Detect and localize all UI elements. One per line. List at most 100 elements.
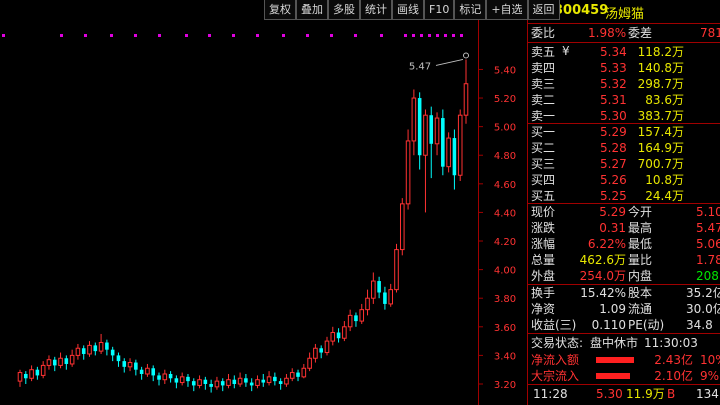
ask-volume: 298.7万 [637,77,684,91]
candle-body [365,297,370,311]
signal-dot [404,34,407,37]
flow-value: 2.10亿 [654,369,693,383]
candle [411,89,417,156]
candle [58,352,63,369]
bid-row[interactable]: 买三 5.27 700.7万 [528,156,720,172]
trade-status-time: 11:30:03 [644,336,698,350]
quote-value: 254.0万 [579,269,626,283]
candles [17,59,469,393]
candle-body [179,376,185,384]
signal-dot [412,34,415,37]
bid-price: 5.27 [600,157,627,171]
candle-body [244,378,248,383]
overlay-button[interactable]: 叠加 [296,0,328,20]
quote-label: 今开 [628,205,653,219]
candle-body [105,342,109,350]
signal-dot [354,34,357,37]
candle [365,289,370,316]
signal-dot [110,34,113,37]
quote-label: 涨幅 [531,237,556,251]
ask-volume: 83.6万 [645,93,684,107]
flow-row[interactable]: 净流入额 2.43亿 10% [528,352,720,368]
candle [110,346,115,362]
candle-body [162,373,168,381]
signal-dot [232,34,235,37]
candle-body [52,359,57,366]
candle-body [434,117,440,145]
multi-stock-button[interactable]: 多股 [328,0,360,20]
tick-volume: 11.9万 [626,387,665,401]
candle [347,309,353,332]
tick-time: 11:28 [533,387,568,401]
f10-button[interactable]: F10 [424,0,455,20]
candle-body [359,309,365,322]
quote-label: 内盘 [628,269,653,283]
high-price-label: 5.47 [409,61,431,72]
draw-line-button[interactable]: 画线 [392,0,424,20]
fundamental-value: 15.42% [580,286,626,300]
signal-dot [134,34,137,37]
candle [266,371,272,386]
ask-volume: 383.7万 [637,109,684,123]
statistics-button[interactable]: 统计 [360,0,392,20]
bid-volume: 700.7万 [637,157,684,171]
price-tick-label: 4.20 [494,237,516,248]
ask-row[interactable]: 卖四 5.33 140.8万 [528,60,720,76]
flow-row[interactable]: 大宗流入 2.10亿 9% [528,368,720,384]
candle [69,349,75,367]
divider [528,384,720,385]
bid-row[interactable]: 买五 5.25 24.4万 [528,188,720,204]
quote-label: 最高 [628,221,653,235]
quote-row: 涨跌 0.31最高 5.47 [528,220,720,236]
candlestick-chart[interactable]: 5.40 5.20 5.00 4.80 4.60 4.40 4.20 4.00 3.80 3.60… [0,0,527,405]
candle [35,366,40,380]
tick-row[interactable]: 11:28 5.30 11.9万 B 134 [528,386,720,402]
signal-dot [185,34,188,37]
candle-body [93,345,98,352]
trade-status-value: 盘中休市 [590,336,639,350]
ask-row[interactable]: 卖二 5.31 83.6万 [528,92,720,108]
signal-dot [84,34,87,37]
ask-row[interactable]: 卖五 5.34 118.2万 [528,44,720,60]
candle [87,341,92,357]
bid-level-label: 买一 [531,125,556,139]
candle-body [35,369,40,376]
add-watchlist-button[interactable]: +自选 [486,0,528,20]
flow-bar [596,357,634,363]
ask-row[interactable]: 卖三 5.32 298.7万 [528,76,720,92]
candle-body [296,372,300,377]
signal-dot [380,34,383,37]
bid-row[interactable]: 买一 5.29 157.4万 [528,124,720,140]
bid-row[interactable]: 买四 5.26 10.8万 [528,172,720,188]
quote-panel: R 1000 300459 汤姆猫 委比 1.98% 委差 781 卖五5.34… [527,0,720,405]
ask-price: 5.34 [600,45,627,59]
back-button[interactable]: 返回 [527,0,560,20]
bid-level-label: 买五 [531,189,556,203]
candle [209,379,213,393]
ask-volume: 118.2万 [637,45,684,59]
candle [446,132,451,173]
fundamental-label: PE(动) [628,318,665,332]
mark-button[interactable]: 标记 [454,0,487,20]
quote-label: 现价 [531,205,556,219]
ask-row[interactable]: 卖一 5.30 383.7万 [528,108,720,124]
candle-body [98,342,104,352]
fundamental-value: 1.09 [599,302,626,316]
candle-body [423,114,428,156]
candle [301,363,307,379]
candle [319,345,323,359]
fundamental-row: 净资 1.09流通 30.0亿 [528,301,720,317]
bid-row[interactable]: 买二 5.28 164.9万 [528,140,720,156]
candle-body [197,379,202,386]
quote-value: 1.78 [696,253,720,267]
high-price-marker: 5.47 [409,52,469,72]
signal-dot [2,34,5,37]
candle-body [110,349,115,356]
signal-dot [460,34,463,37]
flow-pct: 9% [700,369,720,383]
candle [249,378,254,392]
high-marker-icon [463,52,469,59]
candle-body [394,249,399,291]
fundamental-label: 收益(三) [531,318,577,332]
restore-rights-button[interactable]: 复权 [264,0,296,20]
